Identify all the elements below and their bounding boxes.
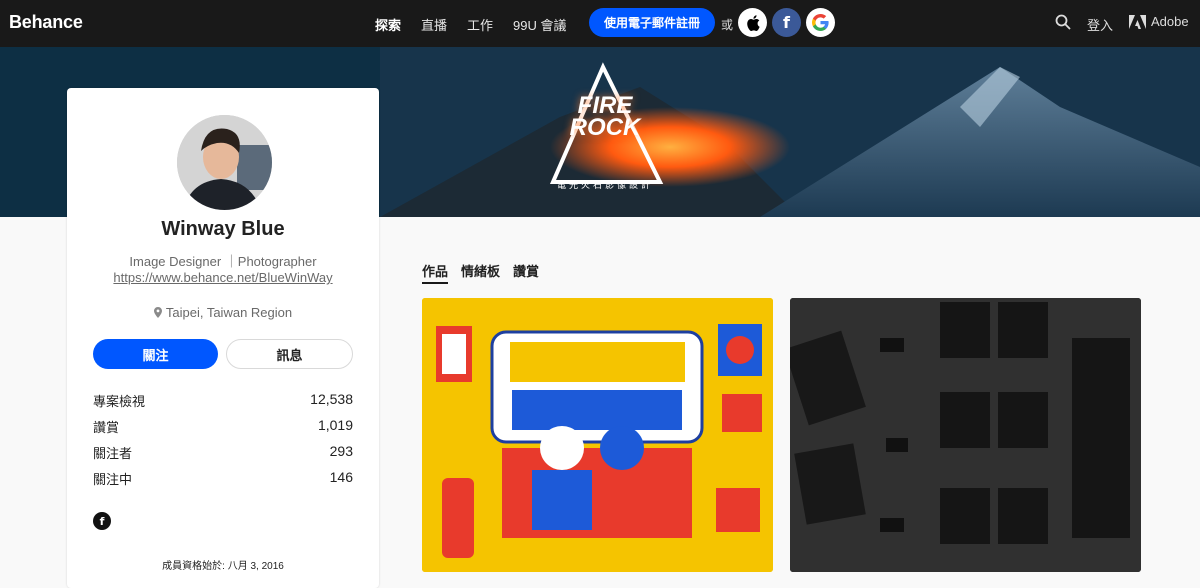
stat-value: 146 (329, 469, 353, 485)
stat-value: 12,538 (310, 391, 353, 407)
project-tile[interactable] (422, 298, 773, 572)
tab-appreciations[interactable]: 讚賞 (513, 261, 539, 284)
login-link[interactable]: 登入 (1087, 15, 1113, 34)
facebook-icon: f (99, 514, 105, 528)
banner-subtitle: 電光火石影像設計 (556, 180, 653, 190)
location-label: Taipei, Taiwan Region (165, 305, 293, 320)
follow-button[interactable]: 關注 (93, 339, 218, 369)
stat-label: 讚賞 (93, 420, 120, 435)
stat-followers[interactable]: 關注者 293 (93, 443, 353, 469)
avatar-photo (177, 115, 272, 210)
apple-icon (746, 14, 760, 31)
stat-following[interactable]: 關注中 146 (93, 469, 353, 495)
project-thumbnail-illustration (422, 298, 773, 572)
search-icon[interactable] (1055, 14, 1071, 30)
stat-appreciations: 讚賞 1,019 (93, 417, 353, 443)
profile-tabs: 作品 情緒板 讚賞 (422, 261, 539, 284)
nav-livestream[interactable]: 直播 (421, 15, 447, 34)
member-since: 成員資格始於: 八月 3, 2016 (162, 561, 284, 572)
profile-stats: 專案檢視 12,538 讚賞 1,019 關注者 293 關注中 146 (93, 391, 353, 495)
or-label: 或 (721, 18, 734, 32)
nav-jobs[interactable]: 工作 (467, 15, 493, 34)
project-tile[interactable] (790, 298, 1141, 572)
adobe-link[interactable]: Adobe (1129, 14, 1189, 29)
tab-moodboards[interactable]: 情緒板 (461, 261, 500, 284)
location-pin-icon (153, 307, 162, 318)
stat-label: 關注者 (93, 446, 133, 461)
stat-label: 專案檢視 (93, 394, 146, 409)
behance-logo[interactable]: Behance (9, 12, 83, 33)
profile-website-link[interactable]: https://www.behance.net/BlueWinWay (67, 270, 379, 285)
tab-work[interactable]: 作品 (422, 261, 449, 284)
profile-location: Taipei, Taiwan Region (67, 305, 379, 320)
top-nav-bar: Behance 探索 直播 工作 99U 會議 使用電子郵件註冊 或 f 登入 … (0, 0, 1200, 47)
main-nav: 探索 直播 工作 99U 會議 (375, 15, 567, 34)
adobe-label: Adobe (1151, 14, 1189, 29)
apple-signin-button[interactable] (738, 8, 767, 37)
stat-label: 關注中 (93, 472, 133, 487)
profile-name: Winway Blue (161, 218, 285, 240)
facebook-icon: f (783, 13, 790, 32)
stat-project-views: 專案檢視 12,538 (93, 391, 353, 417)
nav-explore[interactable]: 探索 (375, 15, 401, 34)
adobe-icon (1129, 14, 1146, 29)
profile-occupation: Image Designer ｜Photographer (129, 254, 317, 269)
stat-value: 1,019 (317, 417, 353, 433)
banner-title: FIRE ROCK (545, 94, 665, 141)
nav-99u[interactable]: 99U 會議 (513, 15, 566, 34)
message-button[interactable]: 訊息 (226, 339, 353, 369)
project-thumbnail-tags (790, 298, 1141, 572)
facebook-profile-link[interactable]: f (93, 512, 111, 530)
profile-card: Winway Blue Image Designer ｜Photographer… (67, 88, 379, 588)
avatar[interactable] (177, 115, 272, 210)
google-signin-button[interactable] (806, 8, 835, 37)
banner-title-line2: ROCK (569, 114, 641, 141)
stat-value: 293 (329, 443, 353, 459)
google-icon (812, 14, 829, 31)
email-signup-button[interactable]: 使用電子郵件註冊 (589, 8, 715, 37)
facebook-signin-button[interactable]: f (772, 8, 801, 37)
